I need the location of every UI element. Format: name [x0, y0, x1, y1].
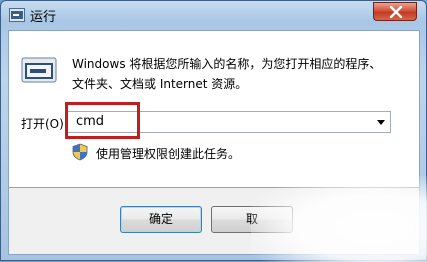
- watermark-overlay: [251, 176, 427, 262]
- run-program-icon: [21, 55, 57, 85]
- run-app-icon: [9, 7, 25, 22]
- close-button[interactable]: [373, 2, 417, 21]
- dialog-body: Windows 将根据您所输入的名称，为您打开相应的程序、 文件夹、文档或 In…: [8, 30, 420, 188]
- admin-privilege-note: 使用管理权限创建此任务。: [96, 147, 241, 161]
- description-line-1: Windows 将根据您所输入的名称，为您打开相应的程序、: [72, 57, 382, 71]
- description-line-2: 文件夹、文档或 Internet 资源。: [72, 77, 248, 91]
- annotation-highlight-box: [65, 102, 140, 139]
- dropdown-arrow-icon[interactable]: [377, 120, 385, 125]
- ok-button[interactable]: 确定: [120, 206, 202, 233]
- title-bar[interactable]: 运行: [1, 1, 427, 29]
- uac-shield-icon: [72, 143, 88, 161]
- run-dialog-window: 运行 Windows 将根据您所输入的名称，为您打开相应的程序、 文件夹、文档或…: [0, 0, 427, 262]
- window-title: 运行: [30, 10, 57, 25]
- open-label: 打开(O):: [21, 117, 68, 131]
- close-icon: [389, 6, 403, 18]
- description-text: Windows 将根据您所输入的名称，为您打开相应的程序、 文件夹、文档或 In…: [72, 54, 412, 94]
